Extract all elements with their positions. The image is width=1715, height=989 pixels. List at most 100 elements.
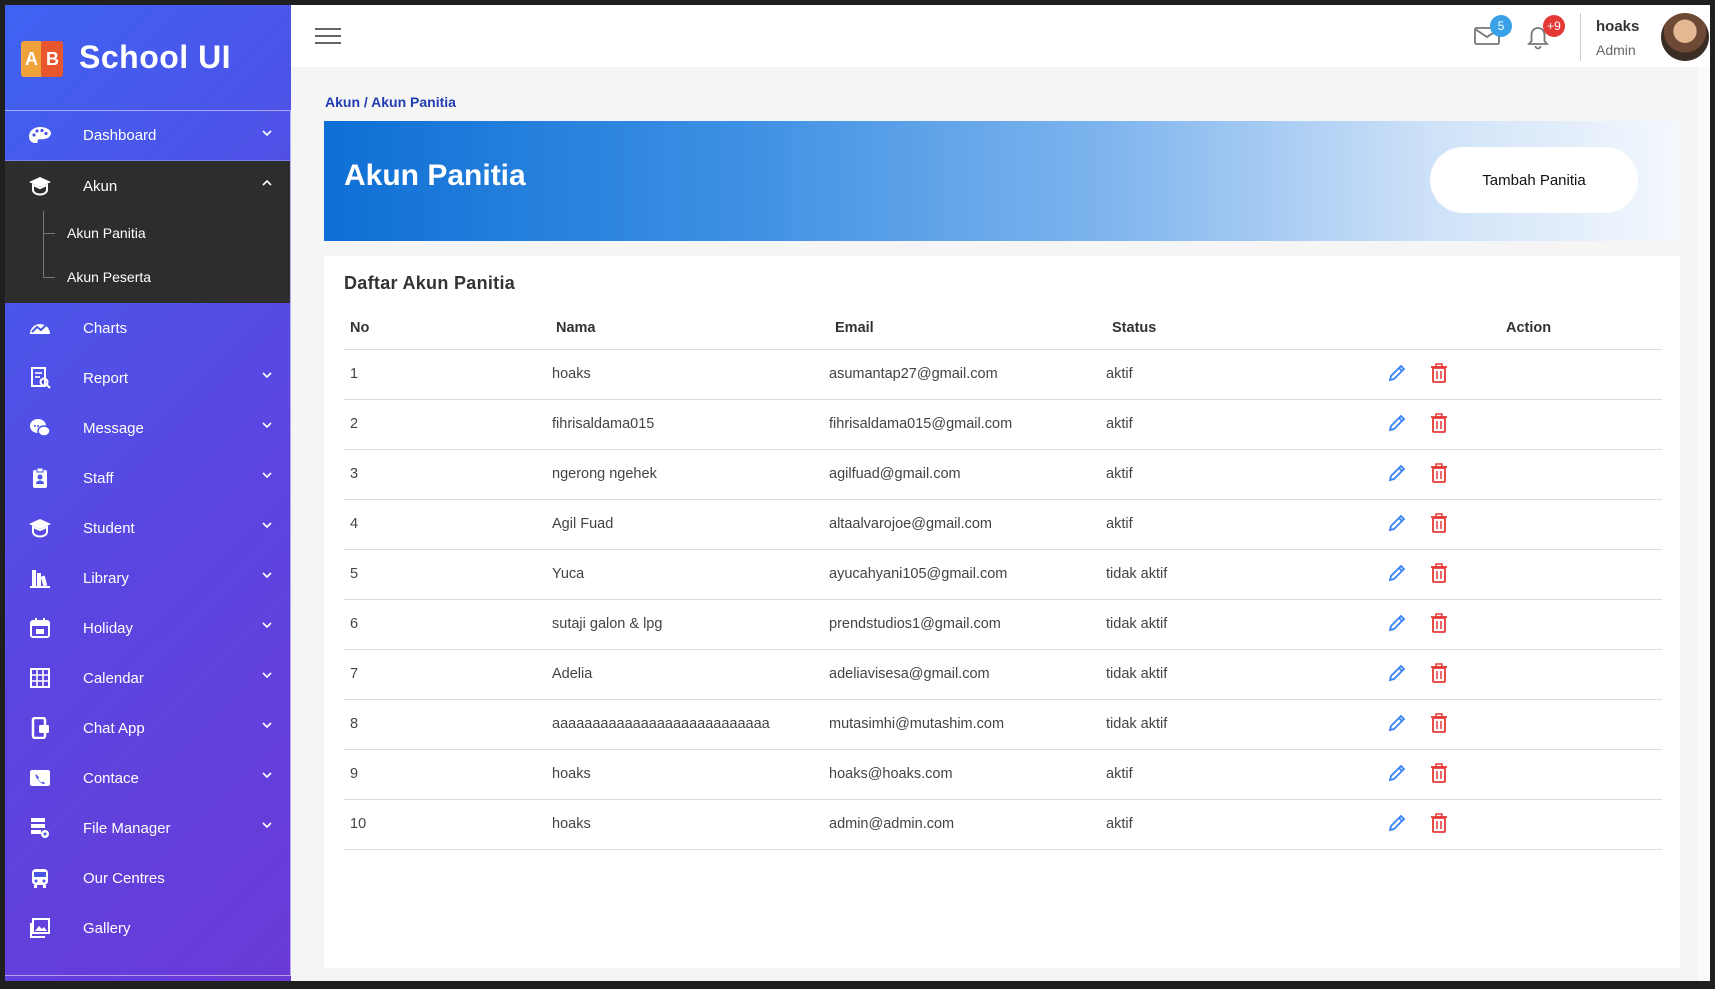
cell-status: aktif [1106,449,1386,500]
cell-status: aktif [1106,749,1386,800]
sidebar-subitem-akun-panitia[interactable]: Akun Panitia [5,211,290,255]
table-header-row: No Nama Email Status Action [344,308,1662,350]
page-header-banner: Akun Panitia Tambah Panitia [324,121,1680,241]
cell-no: 9 [344,749,552,800]
cell-action [1386,599,1662,650]
brand[interactable]: A B School UI [5,5,291,110]
cell-nama: Yuca [552,549,829,600]
cell-status: aktif [1106,499,1386,550]
table-row: 6 sutaji galon & lpg prendstudios1@gmail.c… [344,599,1662,650]
sidebar-item-chat-app[interactable]: Chat App [5,703,290,753]
table-row: 3 ngerong ngehek agilfuad@gmail.com aktif [344,449,1662,500]
edit-pencil-icon[interactable] [1386,512,1408,534]
delete-trash-icon[interactable] [1428,612,1450,634]
edit-pencil-icon[interactable] [1386,712,1408,734]
delete-trash-icon[interactable] [1428,412,1450,434]
cell-nama: hoaks [552,749,829,800]
breadcrumb: Akun / Akun Panitia [325,94,456,110]
edit-pencil-icon[interactable] [1386,612,1408,634]
cell-status: aktif [1106,399,1386,450]
breadcrumb-separator: / [360,94,372,110]
mail-button[interactable]: 5 [1474,15,1512,51]
delete-trash-icon[interactable] [1428,562,1450,584]
chevron-up-icon [262,179,272,186]
sidebar-subitem-akun-peserta[interactable]: Akun Peserta [5,255,290,299]
sidebar-item-gallery[interactable]: Gallery [5,903,290,953]
edit-pencil-icon[interactable] [1386,462,1408,484]
sidebar: A B School UI Dashboard Akun Akun Paniti… [5,5,291,981]
sidebar-item-label: Contace [83,769,139,787]
cell-status: tidak aktif [1106,599,1386,650]
cell-action [1386,349,1662,400]
logo-letter-a: A [25,48,38,69]
sidebar-item-library[interactable]: Library [5,553,290,603]
sidebar-item-label: Message [83,419,144,437]
cell-action [1386,749,1662,800]
notification-badge: +9 [1543,15,1565,37]
sidebar-item-label: Report [83,369,129,387]
sidebar-item-message[interactable]: Message [5,403,290,453]
gallery-icon [27,916,53,940]
sidebar-item-akun[interactable]: Akun [5,161,290,211]
table-row: 5 Yuca ayucahyani105@gmail.com tidak aktif [344,549,1662,600]
abc-blocks-logo-icon: A B [19,35,65,81]
cell-action [1386,449,1662,500]
sidebar-item-label: Calendar [83,669,144,687]
avatar[interactable] [1661,13,1709,61]
cell-action [1386,399,1662,450]
cell-no: 8 [344,699,552,750]
sidebar-item-student[interactable]: Student [5,503,290,553]
scrollbar[interactable] [1698,67,1710,981]
cell-status: aktif [1106,349,1386,400]
delete-trash-icon[interactable] [1428,512,1450,534]
tambah-panitia-button[interactable]: Tambah Panitia [1430,147,1638,213]
sidebar-item-charts[interactable]: Charts [5,303,290,353]
delete-trash-icon[interactable] [1428,812,1450,834]
table-row: 8 aaaaaaaaaaaaaaaaaaaaaaaaaaa mutasimhi@mu… [344,699,1662,750]
chevron-down-icon [262,472,272,479]
sidebar-item-holiday[interactable]: Holiday [5,603,290,653]
chevron-down-icon [262,522,272,529]
table-row: 1 hoaks asumantap27@gmail.com aktif [344,349,1662,400]
delete-trash-icon[interactable] [1428,462,1450,484]
sidebar-item-staff[interactable]: Staff [5,453,290,503]
breadcrumb-current: Akun Panitia [371,94,456,110]
cell-action [1386,499,1662,550]
sidebar-item-label: Chat App [83,719,145,737]
sidebar-item-our-centres[interactable]: Our Centres [5,853,290,903]
edit-pencil-icon[interactable] [1386,662,1408,684]
column-header-nama: Nama [552,308,829,350]
sidebar-item-file-manager[interactable]: File Manager [5,803,290,853]
sidebar-item-contace[interactable]: Contace [5,753,290,803]
cell-status: tidak aktif [1106,649,1386,700]
delete-trash-icon[interactable] [1428,712,1450,734]
sidebar-item-calendar[interactable]: Calendar [5,653,290,703]
library-icon [27,566,53,590]
cell-email: adeliavisesa@gmail.com [829,649,1106,700]
edit-pencil-icon[interactable] [1386,762,1408,784]
sidebar-item-report[interactable]: Report [5,353,290,403]
user-role: Admin [1596,42,1636,58]
cell-status: tidak aktif [1106,699,1386,750]
graduation-cap-icon [27,174,53,198]
cell-nama: fihrisaldama015 [552,399,829,450]
edit-pencil-icon[interactable] [1386,412,1408,434]
edit-pencil-icon[interactable] [1386,562,1408,584]
table-row: 9 hoaks hoaks@hoaks.com aktif [344,749,1662,800]
hamburger-menu-icon[interactable] [315,28,341,46]
table-body: 1 hoaks asumantap27@gmail.com aktif 2 fihrisa… [344,349,1662,850]
delete-trash-icon[interactable] [1428,662,1450,684]
sidebar-menu: Dashboard Akun Akun Panitia Akun Peserta… [5,110,291,976]
notification-button[interactable]: +9 [1527,15,1565,51]
delete-trash-icon[interactable] [1428,362,1450,384]
sidebar-item-dashboard[interactable]: Dashboard [5,111,290,161]
table-row: 4 Agil Fuad altaalvarojoe@gmail.com aktif [344,499,1662,550]
edit-pencil-icon[interactable] [1386,812,1408,834]
logo-letter-b: B [46,48,59,69]
user-name[interactable]: hoaks [1596,18,1639,35]
edit-pencil-icon[interactable] [1386,362,1408,384]
breadcrumb-link-akun[interactable]: Akun [325,94,360,110]
delete-trash-icon[interactable] [1428,762,1450,784]
table-row: 10 hoaks admin@admin.com aktif [344,799,1662,850]
chevron-down-icon [262,422,272,429]
